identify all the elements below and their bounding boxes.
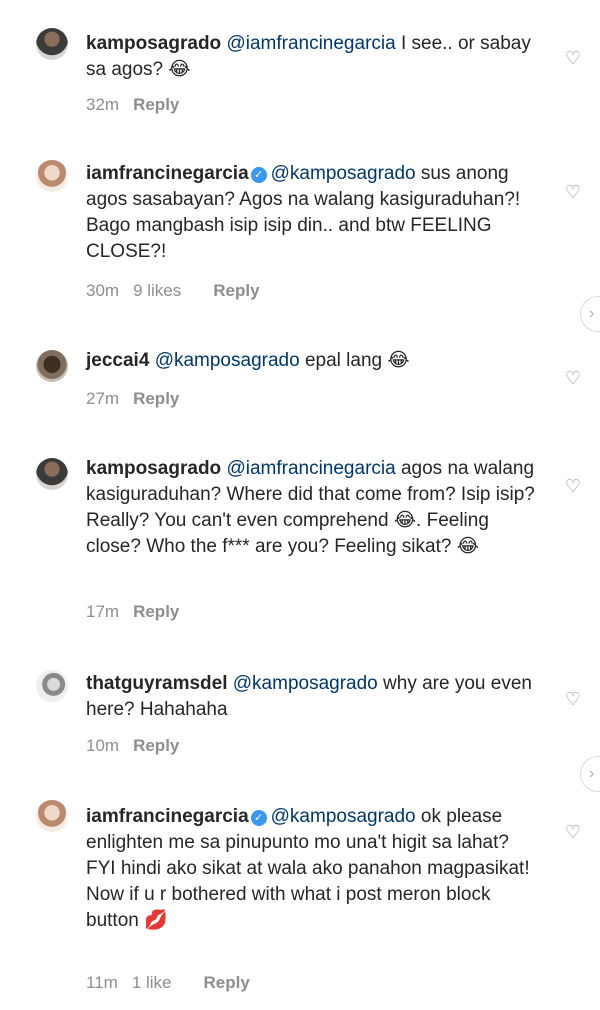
comment-text: iamfrancinegarcia ✓ @kamposagrado ok pleas… [86, 804, 536, 934]
heart-outline-icon[interactable]: ♡ [563, 182, 583, 202]
comment-time: 10m [86, 736, 120, 755]
comment-time: 27m [86, 389, 120, 408]
avatar[interactable] [36, 28, 68, 60]
comment-meta: 30m 9 likes Reply [86, 281, 274, 301]
comment-meta: 10m Reply [86, 736, 193, 756]
comment-text: kamposagrado @iamfrancinegarcia I see.. … [86, 31, 536, 83]
verified-badge-icon: ✓ [250, 810, 267, 826]
chevron-right-icon[interactable]: › [580, 756, 600, 792]
comment-meta: 32m Reply [86, 95, 193, 115]
comment-mention[interactable]: @kamposagrado [155, 350, 300, 371]
comment-username[interactable]: kamposagrado [86, 458, 221, 479]
heart-outline-icon[interactable]: ♡ [563, 368, 583, 388]
comment-text: jeccai4 @kamposagrado epal lang 😂 [86, 348, 536, 374]
heart-outline-icon[interactable]: ♡ [563, 48, 583, 68]
comment-mention[interactable]: @kamposagrado [271, 163, 416, 184]
avatar[interactable] [36, 458, 68, 490]
reply-button[interactable]: Reply [133, 602, 179, 621]
reply-button[interactable]: Reply [213, 281, 259, 300]
heart-outline-icon[interactable]: ♡ [563, 822, 583, 842]
avatar[interactable] [36, 160, 68, 192]
avatar[interactable] [36, 350, 68, 382]
heart-outline-icon[interactable]: ♡ [563, 689, 583, 709]
comment-time: 11m [86, 973, 118, 992]
comment-mention[interactable]: @kamposagrado [233, 673, 378, 694]
comment-body: epal lang 😂 [299, 350, 410, 371]
comment-text: thatguyramsdel @kamposagrado why are you… [86, 671, 536, 723]
comment-text: iamfrancinegarcia ✓ @kamposagrado sus anon… [86, 161, 536, 265]
reply-button[interactable]: Reply [133, 389, 179, 408]
reply-button[interactable]: Reply [133, 736, 179, 755]
comment-likes[interactable]: 9 likes [133, 281, 181, 300]
comment-username[interactable]: thatguyramsdel [86, 673, 227, 694]
comment-username[interactable]: kamposagrado [86, 33, 221, 54]
comment-time: 32m [86, 95, 120, 114]
reply-button[interactable]: Reply [204, 973, 250, 992]
comment-username[interactable]: iamfrancinegarcia [86, 163, 249, 184]
comment-meta: 17m Reply [86, 602, 193, 622]
verified-badge-icon: ✓ [250, 167, 267, 183]
comment-mention[interactable]: @iamfrancinegarcia [226, 33, 395, 54]
chevron-right-icon[interactable]: › [580, 296, 600, 332]
comment-mention[interactable]: @iamfrancinegarcia [226, 458, 395, 479]
comment-mention[interactable]: @kamposagrado [271, 806, 416, 827]
comment-time: 30m [86, 281, 120, 300]
reply-button[interactable]: Reply [133, 95, 179, 114]
comment-meta: 27m Reply [86, 389, 193, 409]
comment-username[interactable]: iamfrancinegarcia [86, 806, 249, 827]
avatar[interactable] [36, 670, 68, 702]
comment-username[interactable]: jeccai4 [86, 350, 149, 371]
heart-outline-icon[interactable]: ♡ [563, 476, 583, 496]
avatar[interactable] [36, 800, 68, 832]
comment-likes[interactable]: 1 like [132, 973, 172, 992]
comment-text: kamposagrado @iamfrancinegarcia agos na … [86, 456, 536, 560]
comment-time: 17m [86, 602, 120, 621]
comment-meta: 11m 1 like Reply [86, 973, 264, 993]
